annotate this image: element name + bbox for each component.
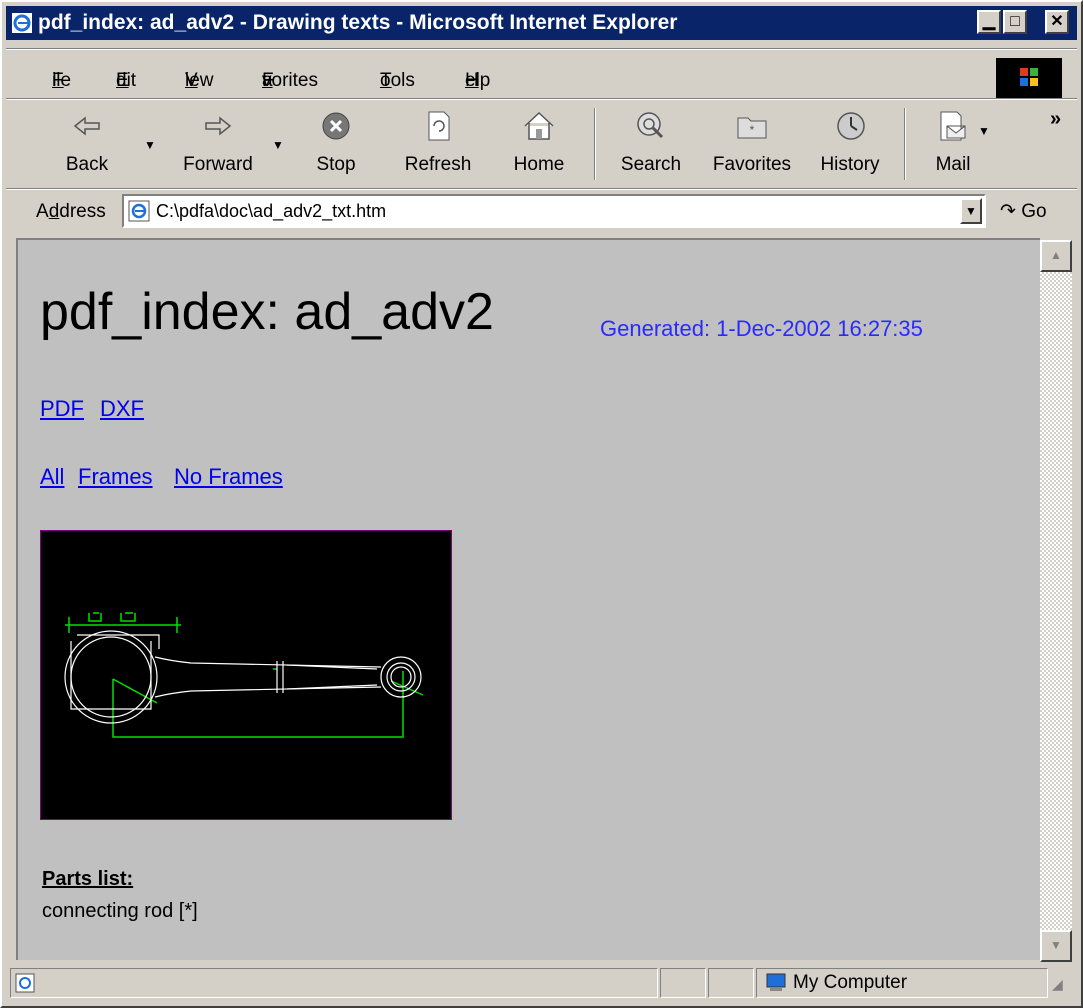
address-dropdown-button[interactable]: ▼ — [960, 198, 982, 224]
windows-logo — [996, 58, 1062, 98]
vertical-scrollbar[interactable]: ▲ ▼ — [1040, 240, 1072, 962]
mail-button[interactable]: Mail — [918, 102, 988, 186]
stop-button[interactable]: Stop — [306, 102, 366, 186]
favorites-button[interactable]: * Favorites — [700, 102, 804, 186]
status-bar: My Computer ◢ — [6, 964, 1077, 1004]
ie-page-icon — [15, 973, 35, 993]
maximize-button[interactable]: □ — [1003, 10, 1027, 34]
toolbar-overflow-chevron[interactable]: » — [1050, 108, 1061, 131]
address-bar: Address C:\pdfa\doc\ad_adv2_txt.htm ▼ ↷ … — [10, 192, 1070, 232]
chevron-down-icon: ▼ — [965, 204, 977, 218]
refresh-icon — [428, 111, 450, 141]
page-icon — [128, 200, 150, 222]
refresh-button[interactable]: Refresh — [394, 102, 482, 186]
computer-icon — [766, 973, 786, 991]
address-value: C:\pdfa\doc\ad_adv2_txt.htm — [156, 201, 387, 221]
address-input[interactable]: C:\pdfa\doc\ad_adv2_txt.htm ▼ — [122, 194, 986, 228]
page-title: pdf_index: ad_adv2 — [40, 283, 494, 341]
mail-label: Mail — [935, 154, 971, 175]
zone-label: My Computer — [793, 972, 908, 993]
scroll-down-icon: ▼ — [1050, 938, 1062, 952]
home-button[interactable]: Home — [504, 102, 574, 186]
mail-dropdown-icon[interactable]: ▼ — [978, 124, 990, 138]
parts-list-item: connecting rod [*] — [42, 900, 198, 922]
search-icon — [637, 112, 664, 139]
windows-flag-icon — [1020, 68, 1038, 86]
status-panel — [708, 968, 754, 998]
ie-icon — [12, 13, 32, 33]
zone-panel: My Computer — [756, 968, 1048, 998]
mail-icon — [940, 111, 966, 141]
status-panel — [660, 968, 706, 998]
close-button[interactable]: ✕ — [1045, 10, 1069, 34]
page-content: pdf_index: ad_adv2 Generated: 1-Dec-2002… — [16, 238, 1040, 960]
history-button[interactable]: History — [810, 102, 890, 186]
pdf-link[interactable]: PDF — [40, 396, 84, 422]
title-bar[interactable]: pdf_index: ad_adv2 - Drawing texts - Mic… — [6, 6, 1077, 40]
history-icon — [837, 112, 865, 140]
toolbar-separator — [6, 98, 1077, 100]
go-label: Go — [1021, 201, 1047, 222]
generated-timestamp: Generated: 1-Dec-2002 16:27:35 — [600, 316, 923, 341]
parts-list-heading: Parts list: — [42, 868, 134, 890]
no-frames-link[interactable]: No Frames — [174, 464, 283, 490]
status-text-panel — [10, 968, 658, 998]
stop-icon — [322, 112, 350, 140]
back-label: Back — [65, 154, 109, 175]
favorites-label: Favorites — [712, 154, 792, 175]
back-arrow-icon — [73, 116, 100, 136]
forward-button[interactable]: Forward — [168, 102, 268, 186]
forward-label: Forward — [183, 154, 253, 175]
refresh-label: Refresh — [404, 154, 472, 175]
dxf-link[interactable]: DXF — [100, 396, 144, 422]
connecting-rod-drawing — [64, 612, 424, 738]
go-button[interactable]: ↷ Go — [1000, 200, 1047, 223]
go-arrow-icon: ↷ — [1000, 201, 1016, 222]
svg-text:*: * — [750, 123, 755, 137]
minimize-button[interactable]: ▁ — [977, 10, 1001, 34]
search-button[interactable]: Search — [612, 102, 690, 186]
maximize-icon: □ — [1010, 13, 1020, 30]
browser-window: pdf_index: ad_adv2 - Drawing texts - Mic… — [0, 0, 1083, 1008]
forward-dropdown-icon[interactable]: ▼ — [272, 138, 284, 152]
stop-label: Stop — [316, 154, 356, 175]
drawing-thumbnail[interactable] — [40, 530, 452, 820]
resize-grip-icon[interactable]: ◢ — [1052, 976, 1063, 993]
scroll-down-button[interactable]: ▼ — [1040, 930, 1072, 962]
favorites-icon: * — [737, 117, 767, 139]
home-label: Home — [513, 154, 565, 175]
frames-link[interactable]: Frames — [78, 464, 153, 490]
scroll-up-button[interactable]: ▲ — [1040, 240, 1072, 272]
minimize-icon: ▁ — [982, 13, 996, 30]
menubar-separator — [6, 48, 1077, 50]
scroll-up-icon: ▲ — [1050, 248, 1062, 262]
toolbar-divider — [594, 108, 596, 180]
window-title: pdf_index: ad_adv2 - Drawing texts - Mic… — [38, 11, 678, 34]
close-icon: ✕ — [1050, 13, 1064, 30]
history-label: History — [820, 154, 880, 175]
all-link[interactable]: All — [40, 464, 64, 490]
address-label: Address — [36, 201, 106, 222]
back-dropdown-icon[interactable]: ▼ — [144, 138, 156, 152]
forward-arrow-icon — [205, 116, 232, 136]
standard-toolbar: Back ▼ Forward ▼ Stop Refresh Home Searc… — [10, 102, 1070, 186]
addressbar-separator — [6, 188, 1077, 190]
search-label: Search — [620, 154, 682, 175]
back-button[interactable]: Back — [50, 102, 124, 186]
home-icon — [524, 111, 554, 140]
toolbar-divider — [904, 108, 906, 180]
